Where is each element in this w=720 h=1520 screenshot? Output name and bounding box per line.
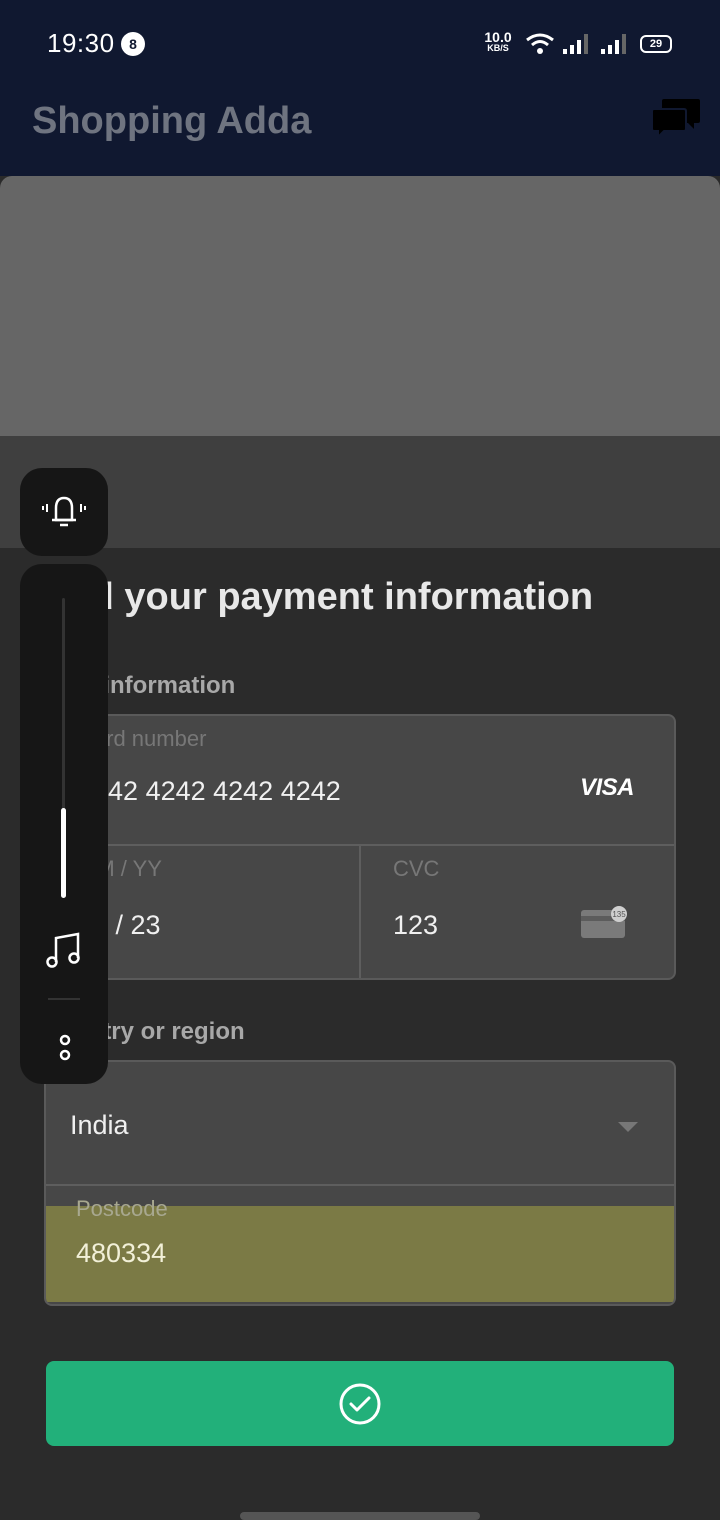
chevron-down-icon	[618, 1122, 638, 1132]
chat-bubbles-icon[interactable]	[650, 97, 702, 143]
visa-card-brand-icon: VISA	[579, 774, 635, 801]
ringer-mode-button[interactable]	[20, 468, 108, 556]
volume-panel	[20, 564, 108, 1084]
postcode-label: Postcode	[76, 1196, 168, 1221]
network-speed: 10.0 KB/S	[480, 30, 516, 53]
music-note-icon	[46, 932, 80, 968]
volume-panel-divider	[48, 998, 80, 1000]
signal-strength-icon	[601, 34, 626, 54]
pay-button[interactable]	[46, 1361, 674, 1446]
country-value: India	[70, 1110, 129, 1140]
card-details-group: Card number 4242 4242 4242 4242 VISA MM …	[44, 714, 676, 980]
card-cvc-icon: 135	[581, 906, 627, 938]
cvc-value: 123	[393, 910, 439, 940]
cvc-field[interactable]: CVC 123 135	[361, 846, 674, 978]
home-indicator[interactable]	[240, 1512, 480, 1520]
card-number-value: 4242 4242 4242 4242	[78, 776, 341, 806]
signal-strength-icon	[563, 34, 588, 54]
cvc-icon-digits: 135	[612, 910, 626, 919]
app-title: Shopping Adda	[32, 100, 312, 142]
dimmed-content-overlay	[0, 176, 720, 436]
check-circle-icon	[339, 1383, 381, 1424]
cvc-label: CVC	[393, 856, 440, 881]
postcode-value: 480334	[76, 1238, 167, 1268]
wifi-icon	[526, 33, 554, 54]
volume-slider-level[interactable]	[61, 808, 66, 898]
network-speed-unit: KB/S	[487, 43, 509, 53]
status-time: 19:30	[47, 28, 115, 58]
notification-count-badge: 8	[121, 32, 145, 56]
payment-sheet-title: Add your payment information	[40, 576, 594, 618]
card-number-field[interactable]: Card number 4242 4242 4242 4242 VISA	[46, 716, 674, 846]
postcode-field[interactable]: Postcode 480334	[46, 1186, 674, 1304]
country-select[interactable]: India	[46, 1062, 674, 1186]
address-group: India Postcode 480334	[44, 1060, 676, 1306]
network-speed-value: 10.0	[484, 29, 512, 45]
bell-icon	[42, 496, 86, 527]
battery-indicator: 29	[640, 35, 672, 53]
sheet-header-area	[0, 436, 720, 548]
more-options-icon[interactable]	[58, 1032, 72, 1064]
